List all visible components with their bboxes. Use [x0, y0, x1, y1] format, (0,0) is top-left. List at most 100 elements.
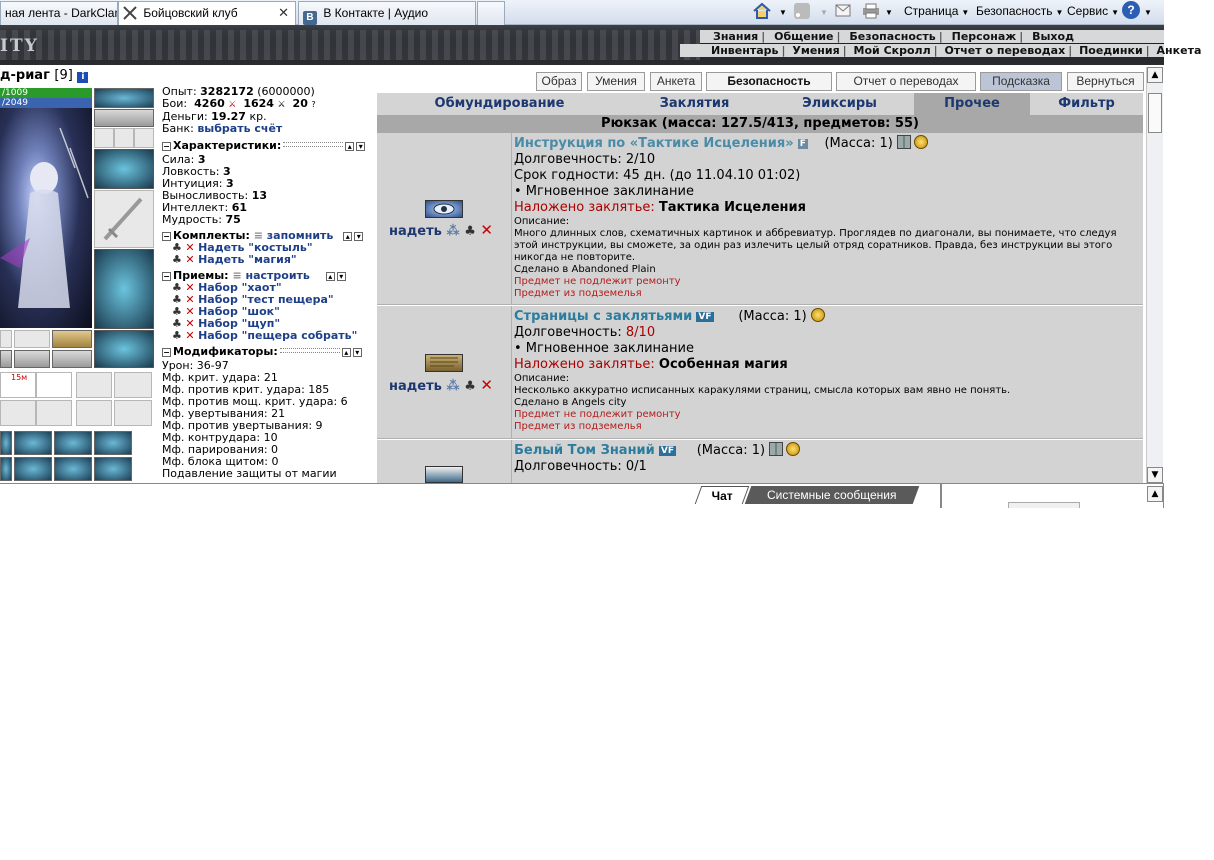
scroll-down-icon[interactable]: ▼ — [1147, 467, 1163, 483]
use-on-icon[interactable]: ⁂ — [446, 379, 459, 394]
print-dropdown-icon[interactable]: ▼ — [882, 0, 893, 22]
spell-slot-6[interactable] — [76, 400, 112, 426]
mask-slot[interactable]: 15м — [0, 372, 36, 398]
transfer-report-button[interactable]: Отчет о переводах — [836, 72, 976, 91]
move-down-icon[interactable]: ▾ — [352, 348, 362, 357]
delete-set-icon[interactable]: ✕ — [185, 253, 194, 266]
equip-link[interactable]: надеть — [389, 379, 442, 394]
move-up-icon[interactable]: ▴ — [341, 348, 351, 357]
move-down-icon[interactable]: ▾ — [356, 142, 366, 151]
spell-slot-3[interactable] — [114, 372, 152, 398]
runes-slot-1[interactable] — [0, 350, 12, 368]
return-button[interactable]: Вернуться — [1067, 72, 1144, 91]
nav-security[interactable]: Безопасность — [846, 30, 938, 43]
image-button[interactable]: Образ — [536, 72, 582, 91]
tools-menu[interactable]: Сервис ▼ — [1067, 0, 1119, 22]
move-up-icon[interactable]: ▴ — [345, 142, 355, 151]
helmet-slot[interactable] — [94, 88, 154, 108]
collapse-icon[interactable]: − — [162, 272, 171, 281]
gloves-slot[interactable] — [94, 149, 154, 189]
close-tab-icon[interactable]: ✕ — [278, 2, 289, 24]
pants-slot[interactable] — [94, 249, 154, 329]
bonus-slot-6[interactable] — [14, 457, 52, 481]
browser-tab-darkclan[interactable]: ная лента - DarkClan — [0, 1, 118, 25]
move-down-icon[interactable]: ▾ — [354, 232, 364, 241]
belt-slot[interactable] — [0, 330, 12, 348]
scroll-thumb[interactable] — [1148, 93, 1162, 133]
security-button[interactable]: Безопасность — [706, 72, 832, 91]
browser-tab-fightclub[interactable]: Бойцовский клуб ✕ — [118, 1, 296, 26]
bonus-slot-4[interactable] — [94, 431, 132, 455]
runes-slot-3[interactable] — [52, 350, 92, 368]
spell-slot-2[interactable] — [76, 372, 112, 398]
modifiers-header[interactable]: − Модификаторы: ▴ ▾ — [162, 346, 374, 358]
chat-scroll-up-icon[interactable]: ▲ — [1147, 486, 1163, 502]
spell-slot-4[interactable] — [0, 400, 36, 426]
ring-slot-2[interactable] — [114, 128, 134, 148]
nav-communication[interactable]: Общение — [771, 30, 836, 43]
equip-link[interactable]: надеть — [389, 224, 442, 239]
move-up-icon[interactable]: ▴ — [325, 272, 335, 281]
item-title[interactable]: Белый Том Знаний — [514, 443, 655, 458]
nav-character[interactable]: Персонаж — [949, 30, 1020, 43]
safety-menu[interactable]: Безопасность ▼ — [976, 0, 1063, 22]
amulet-slot[interactable] — [94, 109, 154, 127]
characteristics-header[interactable]: − Характеристики: ▴ ▾ — [162, 140, 374, 152]
bonus-slot-2[interactable] — [14, 431, 52, 455]
browser-tab-vk[interactable]: B В Контакте | Аудио — [298, 1, 476, 25]
main-scrollbar[interactable]: ▲ ▼ — [1146, 67, 1163, 483]
equip-set-link[interactable]: Надеть "магия" — [198, 253, 297, 266]
bonus-slot-7[interactable] — [54, 457, 92, 481]
nav-knowledge[interactable]: Знания — [710, 30, 761, 43]
weapon-slot[interactable] — [94, 190, 154, 248]
tab-equipment[interactable]: Обмундирование — [377, 93, 622, 115]
tab-elixirs[interactable]: Эликсиры — [767, 93, 912, 115]
runes-slot-2[interactable] — [14, 350, 50, 368]
nav-transfer-report[interactable]: Отчет о переводах — [942, 44, 1069, 57]
item-title[interactable]: Инструкция по «Тактике Исцеления» — [514, 136, 794, 151]
nav-profile[interactable]: Анкета — [1154, 44, 1205, 57]
spell-slot-1[interactable] — [36, 372, 72, 398]
collapse-icon[interactable]: − — [162, 348, 171, 357]
tab-chat[interactable]: Чат — [694, 486, 750, 504]
info-icon[interactable]: i — [77, 72, 89, 83]
print-icon[interactable] — [862, 3, 880, 19]
mail-icon[interactable] — [835, 4, 851, 17]
spell-slot-5[interactable] — [36, 400, 72, 426]
help-dropdown-icon[interactable]: ▼ — [1141, 0, 1152, 22]
bonus-slot-1[interactable] — [0, 431, 12, 455]
item-title[interactable]: Страницы с заклятьями — [514, 309, 692, 324]
shirt-slot[interactable] — [14, 330, 50, 348]
scroll-up-icon[interactable]: ▲ — [1147, 67, 1163, 83]
tab-system-messages[interactable]: Системные сообщения — [744, 486, 920, 504]
ring-slot-1[interactable] — [94, 128, 114, 148]
tab-spells[interactable]: Заклятия — [622, 93, 767, 115]
help-icon[interactable]: ? — [1122, 1, 1140, 19]
bonus-slot-8[interactable] — [94, 457, 132, 481]
move-down-icon[interactable]: ▾ — [336, 272, 346, 281]
shirt-icon[interactable]: ♣ — [464, 224, 476, 239]
delete-item-icon[interactable]: ✕ — [480, 376, 493, 394]
nav-inventory[interactable]: Инвентарь — [708, 44, 781, 57]
trick-set-link[interactable]: Набор "пещера собрать" — [198, 329, 357, 342]
nav-skills[interactable]: Умения — [789, 44, 842, 57]
feeds-dropdown-icon[interactable]: ▼ — [817, 0, 828, 22]
collapse-icon[interactable]: − — [162, 142, 171, 151]
skills-button[interactable]: Умения — [587, 72, 645, 91]
chat-send-button[interactable] — [1008, 502, 1080, 508]
use-on-icon[interactable]: ⁂ — [446, 224, 459, 239]
home-dropdown-icon[interactable]: ▼ — [776, 0, 787, 22]
bonus-slot-3[interactable] — [54, 431, 92, 455]
nav-my-scroll[interactable]: Мой Скролл — [851, 44, 934, 57]
delete-item-icon[interactable]: ✕ — [480, 221, 493, 239]
choose-bank-link[interactable]: выбрать счёт — [197, 122, 282, 135]
hint-button[interactable]: Подсказка — [980, 72, 1062, 91]
delete-trick-icon[interactable]: ✕ — [185, 329, 194, 342]
home-icon[interactable] — [752, 2, 772, 20]
tab-other[interactable]: Прочее — [914, 93, 1030, 115]
tab-filter[interactable]: Фильтр — [1030, 93, 1143, 115]
collapse-icon[interactable]: − — [162, 232, 171, 241]
profile-button[interactable]: Анкета — [650, 72, 702, 91]
bonus-slot-5[interactable] — [0, 457, 12, 481]
page-menu[interactable]: Страница ▼ — [904, 0, 969, 22]
